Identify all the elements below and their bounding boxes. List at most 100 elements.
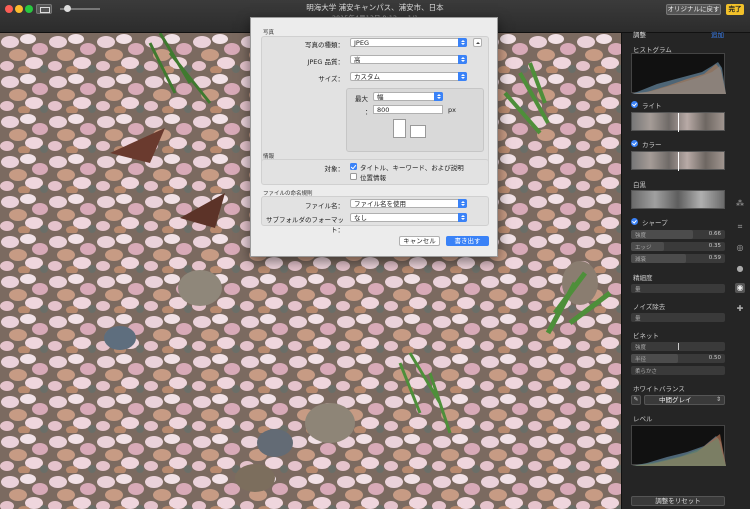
subfolder-label: サブフォルダのフォーマット： [266,216,344,234]
slider-label: 量 [635,316,641,322]
histogram-graph [632,62,726,94]
dimension-unit: px [448,106,456,114]
size-select[interactable]: カスタム [350,72,467,81]
light-enabled-checkbox[interactable] [631,101,638,108]
adjust-icon[interactable]: ◉ [735,283,745,293]
close-icon[interactable] [5,5,13,13]
chevron-updown-icon [458,55,467,64]
slider-label: 強度 [635,345,647,351]
jpeg-quality-value: 高 [354,56,361,64]
vignette-softness-slider[interactable]: 柔らかさ [631,366,725,375]
color-enabled-checkbox[interactable] [631,140,638,147]
color-marker[interactable] [678,152,679,171]
filename-value: ファイル名を使用 [354,200,406,208]
revert-to-original-button[interactable]: オリジナルに戻す [666,4,721,15]
slider-label: 量 [635,287,641,293]
filename-label: ファイル名： [305,202,344,210]
done-button[interactable]: 完了 [726,4,744,15]
definition-heading[interactable]: 精細度 [633,272,653,282]
slider-value: 0.35 [708,243,721,249]
vignette-radius-slider[interactable]: 半径 0.50 [631,354,725,363]
section-photo-heading: 写真 [263,30,275,36]
slider-value: 0.59 [708,255,721,261]
cancel-button[interactable]: キャンセル [399,236,440,246]
slider-label: エッジ [635,245,652,251]
bw-thumbnails[interactable] [631,190,725,209]
chevron-updown-icon: ⇕ [715,396,721,403]
histogram [631,53,726,94]
zoom-slider-knob[interactable] [64,5,71,12]
slider-value: 0.66 [708,231,721,237]
slider-label: 強度 [635,233,647,239]
slider-label: 減衰 [635,257,647,263]
sharpen-edges-slider[interactable]: エッジ 0.35 [631,242,725,251]
size-label: サイズ： [318,75,344,83]
crop-icon[interactable]: ⌗ [735,222,745,232]
export-dialog: 写真 写真の種類： JPEG JPEG 品質： 高 サイズ： カスタム 最大 幅… [250,17,498,257]
light-marker[interactable] [678,113,679,132]
levels-heading[interactable]: レベル [633,413,653,423]
noise-amount-slider[interactable]: 量 [631,313,725,322]
light-heading[interactable]: ライト [642,100,662,110]
include-title-checkbox[interactable] [350,163,357,170]
chevron-updown-icon [458,199,467,208]
collapse-icon[interactable] [473,38,482,47]
view-toggle-icon[interactable] [36,4,52,14]
levels-graph [632,434,726,466]
slider-knob[interactable] [678,343,679,350]
max-label: 最大 [355,95,368,103]
zoom-icon[interactable] [25,5,33,13]
portrait-preview-icon [393,119,406,138]
include-location-label: 位置情報 [360,174,386,182]
subfolder-value: なし [354,214,367,222]
bw-heading[interactable]: 白黒 [633,179,646,189]
wb-select[interactable]: 中間グレイ ⇕ [644,395,725,405]
wb-heading[interactable]: ホワイトバランス [633,383,685,393]
sharpen-falloff-slider[interactable]: 減衰 0.59 [631,254,725,263]
slider-value: 0.50 [708,355,721,361]
dimension-separator: ： [365,108,372,116]
magic-wand-icon[interactable]: ⁂ [735,199,745,209]
sharpen-enabled-checkbox[interactable] [631,218,638,225]
sharpen-intensity-slider[interactable]: 強度 0.66 [631,230,725,239]
noise-heading[interactable]: ノイズ除去 [633,301,665,311]
add-button[interactable]: 追加 [711,29,724,39]
photo-kind-label: 写真の種類： [305,41,344,49]
filename-select[interactable]: ファイル名を使用 [350,199,467,208]
jpeg-quality-select[interactable]: 高 [350,55,467,64]
sharpen-heading[interactable]: シャープ [642,217,668,227]
custom-size-box: 最大 幅 ： 800 px [346,88,484,152]
adjustments-sidebar: 調整 追加 ヒストグラム ライト カラー 白黒 シャープ 強度 0.66 エッジ [621,31,750,509]
slider-label: 柔らかさ [635,369,658,375]
slider-label: 半径 [635,357,647,363]
color-thumbnails[interactable] [631,151,725,171]
adjust-title: 調整 [633,31,646,39]
include-title-label: タイトル、キーワード、および説明 [360,164,464,172]
chevron-updown-icon [458,72,467,81]
include-location-checkbox[interactable] [350,173,357,180]
filters-icon[interactable]: ◎ [735,243,745,253]
retouch-icon[interactable]: ✚ [735,304,745,314]
chevron-updown-icon [434,92,443,101]
light-thumbnails[interactable] [631,112,725,132]
target-label: 対象： [324,165,345,173]
color-heading[interactable]: カラー [642,139,662,149]
export-button[interactable]: 書き出す [446,236,489,246]
max-dimension-select[interactable]: 幅 [373,92,443,101]
chevron-updown-icon [458,213,467,222]
levels-histogram[interactable] [631,425,726,466]
jpeg-quality-label: JPEG 品質： [307,58,344,66]
vignette-intensity-slider[interactable]: 強度 [631,342,725,351]
vignette-heading[interactable]: ビネット [633,330,659,340]
photos-edit-window: 明海大学 浦安キャンパス、浦安市、日本 2015年4月13日 8:12 — 1/… [0,0,750,509]
minimize-icon[interactable] [15,5,23,13]
eyedropper-icon[interactable]: ✎ [631,395,641,405]
definition-amount-slider[interactable]: 量 [631,284,725,293]
reset-adjustments-button[interactable]: 調整をリセット [631,496,725,506]
color-circles-icon[interactable]: ● [735,264,745,274]
photo-kind-select[interactable]: JPEG [350,38,467,47]
subfolder-select[interactable]: なし [350,213,467,222]
photo-kind-value: JPEG [354,39,369,47]
dimension-input[interactable]: 800 [373,105,443,114]
wb-value: 中間グレイ [659,396,692,404]
